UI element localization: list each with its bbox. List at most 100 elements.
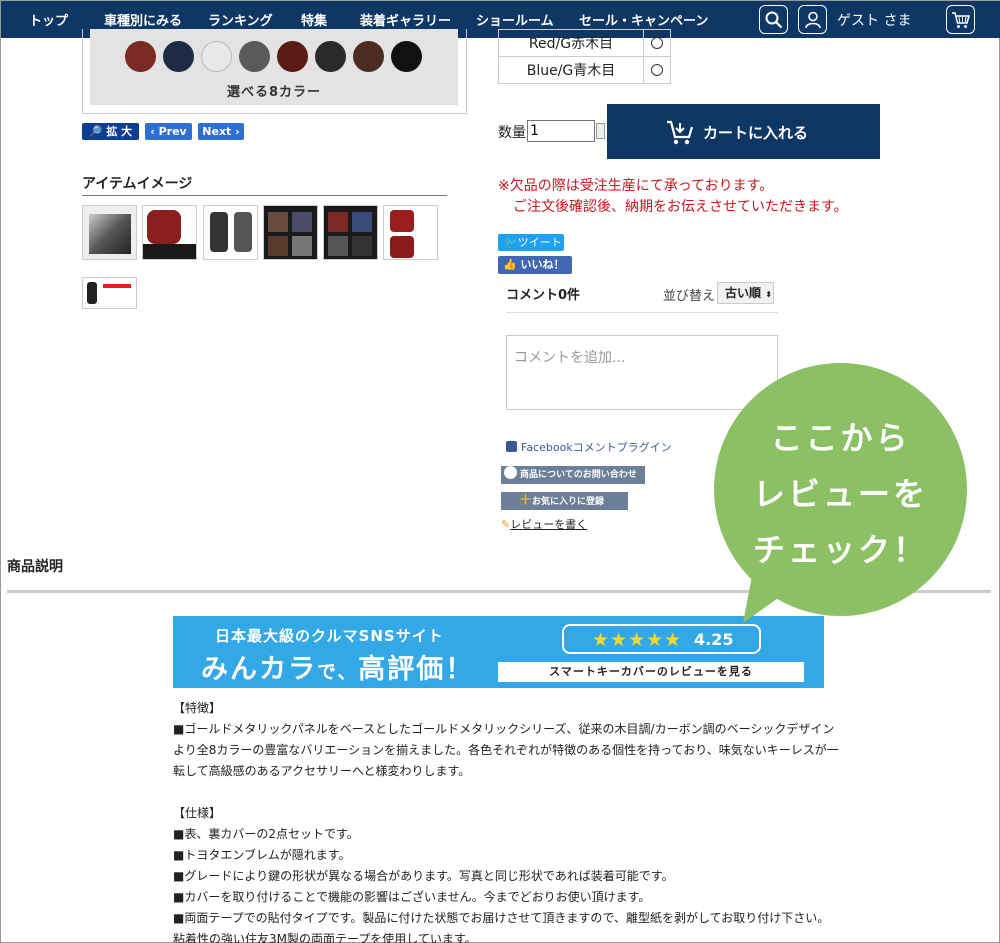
- rating-stars-icon: ★★★★★: [592, 629, 683, 651]
- cart-nav-button[interactable]: [946, 5, 975, 34]
- thumb-graphic: [268, 236, 288, 256]
- add-favorite-button[interactable]: ＋お気に入りに登録: [501, 492, 628, 510]
- nav-item-feature[interactable]: 特集: [301, 10, 327, 29]
- like-button[interactable]: 👍 いいね！ 0: [498, 256, 572, 289]
- prev-button[interactable]: ‹ Prev: [145, 123, 192, 140]
- banner-cta: スマートキーカバーのレビューを見る: [498, 662, 804, 682]
- color-swatch: [201, 41, 232, 72]
- nav-item-top[interactable]: トップ: [29, 10, 68, 29]
- feature-line: ■ゴールドメタリックパネルをベースとしたゴールドメタリックシリーズ、従来の木目調…: [173, 722, 835, 736]
- thumb-graphic: [143, 244, 196, 259]
- zoom-button[interactable]: 🔎 拡 大: [82, 123, 139, 140]
- banner-tagline: 日本最大級のクルマSNSサイト: [215, 627, 444, 645]
- next-button[interactable]: Next ›: [198, 123, 244, 140]
- color-swatch: [163, 41, 194, 72]
- banner-headline-particle: で、: [317, 661, 359, 683]
- item-images-divider: [82, 195, 447, 196]
- add-to-cart-label: カートに入れる: [703, 124, 809, 142]
- color-option-radio-cell: [643, 56, 671, 84]
- facebook-comments-plugin-link[interactable]: Facebookコメントプラグイン: [506, 439, 672, 455]
- review-label: レビューを書く: [510, 518, 588, 531]
- color-swatch: [277, 41, 308, 72]
- color-option-row[interactable]: Blue/G青木目: [498, 56, 671, 84]
- item-thumbnail[interactable]: [263, 205, 318, 260]
- comment-divider: [506, 312, 778, 313]
- user-icon: [805, 11, 821, 29]
- item-thumbnail[interactable]: [383, 205, 438, 260]
- color-swatch: [239, 41, 270, 72]
- nav-item-gallery[interactable]: 装着ギャラリー: [360, 10, 451, 29]
- thumb-graphic: [292, 236, 312, 256]
- favorite-label: お気に入りに登録: [532, 497, 605, 507]
- comment-count: コメント0件: [506, 288, 581, 303]
- thumb-graphic: [147, 210, 181, 244]
- spec-line: ■グレードにより鍵の形状が異なる場合があります。写真と同じ形状であれば装着可能で…: [173, 869, 674, 883]
- backorder-notice-line1: ※欠品の際は受注生産にて承っております。: [498, 178, 774, 194]
- item-thumbnail[interactable]: [323, 205, 378, 260]
- minkara-review-banner[interactable]: 日本最大級のクルマSNSサイト みんカラで、高評価！ ★★★★★ 4.25 スマ…: [173, 616, 824, 688]
- nav-item-showroom[interactable]: ショールーム: [476, 10, 554, 29]
- thumb-graphic: [390, 210, 414, 232]
- quantity-stepper[interactable]: [596, 123, 605, 139]
- color-option-name: Red/G赤木目: [498, 29, 644, 57]
- tweet-button[interactable]: 🐦ツイート: [498, 234, 564, 251]
- sort-select[interactable]: 古い順 ⬍: [717, 282, 774, 304]
- nav-item-sale[interactable]: セール・キャンペーン: [579, 10, 708, 29]
- guest-label[interactable]: ゲスト さま: [837, 10, 911, 30]
- color-swatch: [315, 41, 346, 72]
- thumb-graphic: [210, 212, 228, 252]
- facebook-icon: [506, 441, 517, 452]
- pencil-icon: ✎: [501, 518, 511, 531]
- swatch-caption: 選べる8カラー: [226, 85, 322, 100]
- color-swatch: [125, 41, 156, 72]
- comment-input[interactable]: コメントを追加...: [506, 335, 778, 410]
- spec-line: ■表、裏カバーの2点セットです。: [173, 827, 359, 841]
- item-thumbnail[interactable]: [82, 277, 137, 309]
- zoom-label: 拡 大: [106, 125, 133, 138]
- magnifier-icon: 🔎: [88, 125, 103, 138]
- account-button[interactable]: [798, 5, 827, 34]
- nav-item-by-car[interactable]: 車種別にみる: [104, 10, 182, 29]
- color-option-row[interactable]: Red/G赤木目: [498, 29, 671, 57]
- banner-headline: みんカラで、高評価！: [201, 647, 474, 686]
- spec-heading: 【仕様】: [173, 806, 222, 820]
- color-swatch: [391, 41, 422, 72]
- main-product-image[interactable]: 選べる8カラー: [90, 29, 458, 105]
- quantity-input[interactable]: [527, 120, 595, 142]
- rating-score: 4.25: [694, 630, 734, 649]
- search-button[interactable]: [759, 5, 788, 34]
- banner-headline-praise: 高評価！: [358, 654, 475, 685]
- qa-bubble-icon: [504, 466, 517, 479]
- color-option-radio-cell: [643, 29, 671, 57]
- product-inquiry-button[interactable]: 商品についてのお問い合わせ: [501, 466, 645, 484]
- thumb-graphic: [89, 214, 131, 254]
- write-review-link[interactable]: ✎レビューを書く: [501, 516, 587, 532]
- sort-value: 古い順: [725, 286, 762, 300]
- color-option-radio[interactable]: [651, 64, 663, 76]
- item-thumbnail[interactable]: [142, 205, 197, 260]
- bubble-line-1: ここから: [770, 419, 911, 457]
- bubble-line-2: レビューを: [752, 475, 928, 513]
- nav-item-ranking[interactable]: ランキング: [208, 10, 273, 29]
- add-to-cart-button[interactable]: カートに入れる: [607, 104, 880, 159]
- item-thumbnail[interactable]: [82, 205, 137, 260]
- cart-icon: [667, 120, 694, 145]
- color-option-name: Blue/G青木目: [498, 56, 644, 84]
- backorder-notice-line2: ご注文後確認後、納期をお伝えさせていただきます。: [513, 199, 848, 215]
- quantity-label: 数量: [498, 125, 526, 141]
- spec-line: 粘着性の強い住友3M製の両面テープを使用しています。: [173, 932, 477, 943]
- color-option-radio[interactable]: [651, 37, 663, 49]
- thumb-graphic: [328, 236, 348, 256]
- thumb-graphic: [268, 212, 288, 232]
- review-callout-bubble: ここから レビューを チェック！: [714, 363, 967, 616]
- thumb-graphic: [87, 282, 97, 304]
- search-icon: [765, 11, 783, 29]
- sort-label: 並び替え: [663, 289, 716, 304]
- color-options-table: Red/G赤木目 Blue/G青木目: [498, 29, 671, 84]
- thumb-graphic: [328, 212, 348, 232]
- plus-icon: ＋: [519, 493, 533, 508]
- features-heading: 【特徴】: [173, 701, 222, 715]
- thumb-graphic: [352, 236, 372, 256]
- item-thumbnail[interactable]: [203, 205, 258, 260]
- thumb-graphic: [390, 236, 414, 258]
